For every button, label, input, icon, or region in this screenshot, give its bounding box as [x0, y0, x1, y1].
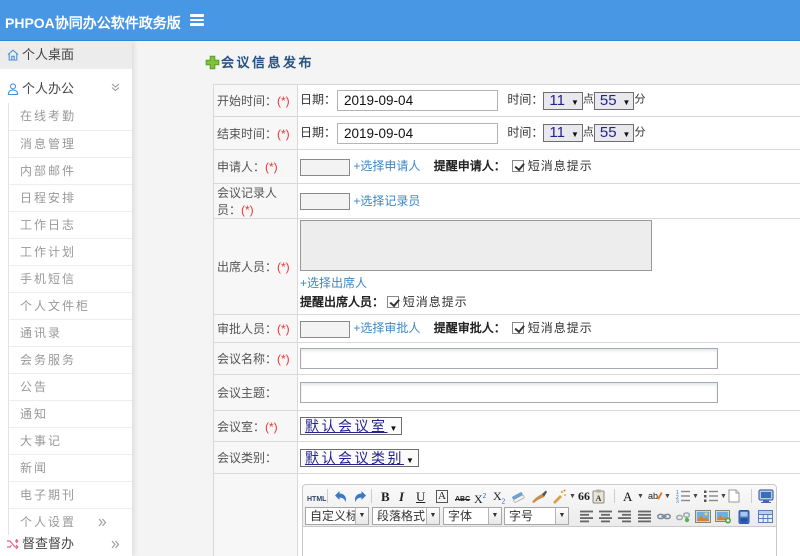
- svg-text:A: A: [596, 494, 602, 503]
- svg-text:3: 3: [676, 500, 679, 504]
- svg-text:ab: ab: [648, 491, 658, 501]
